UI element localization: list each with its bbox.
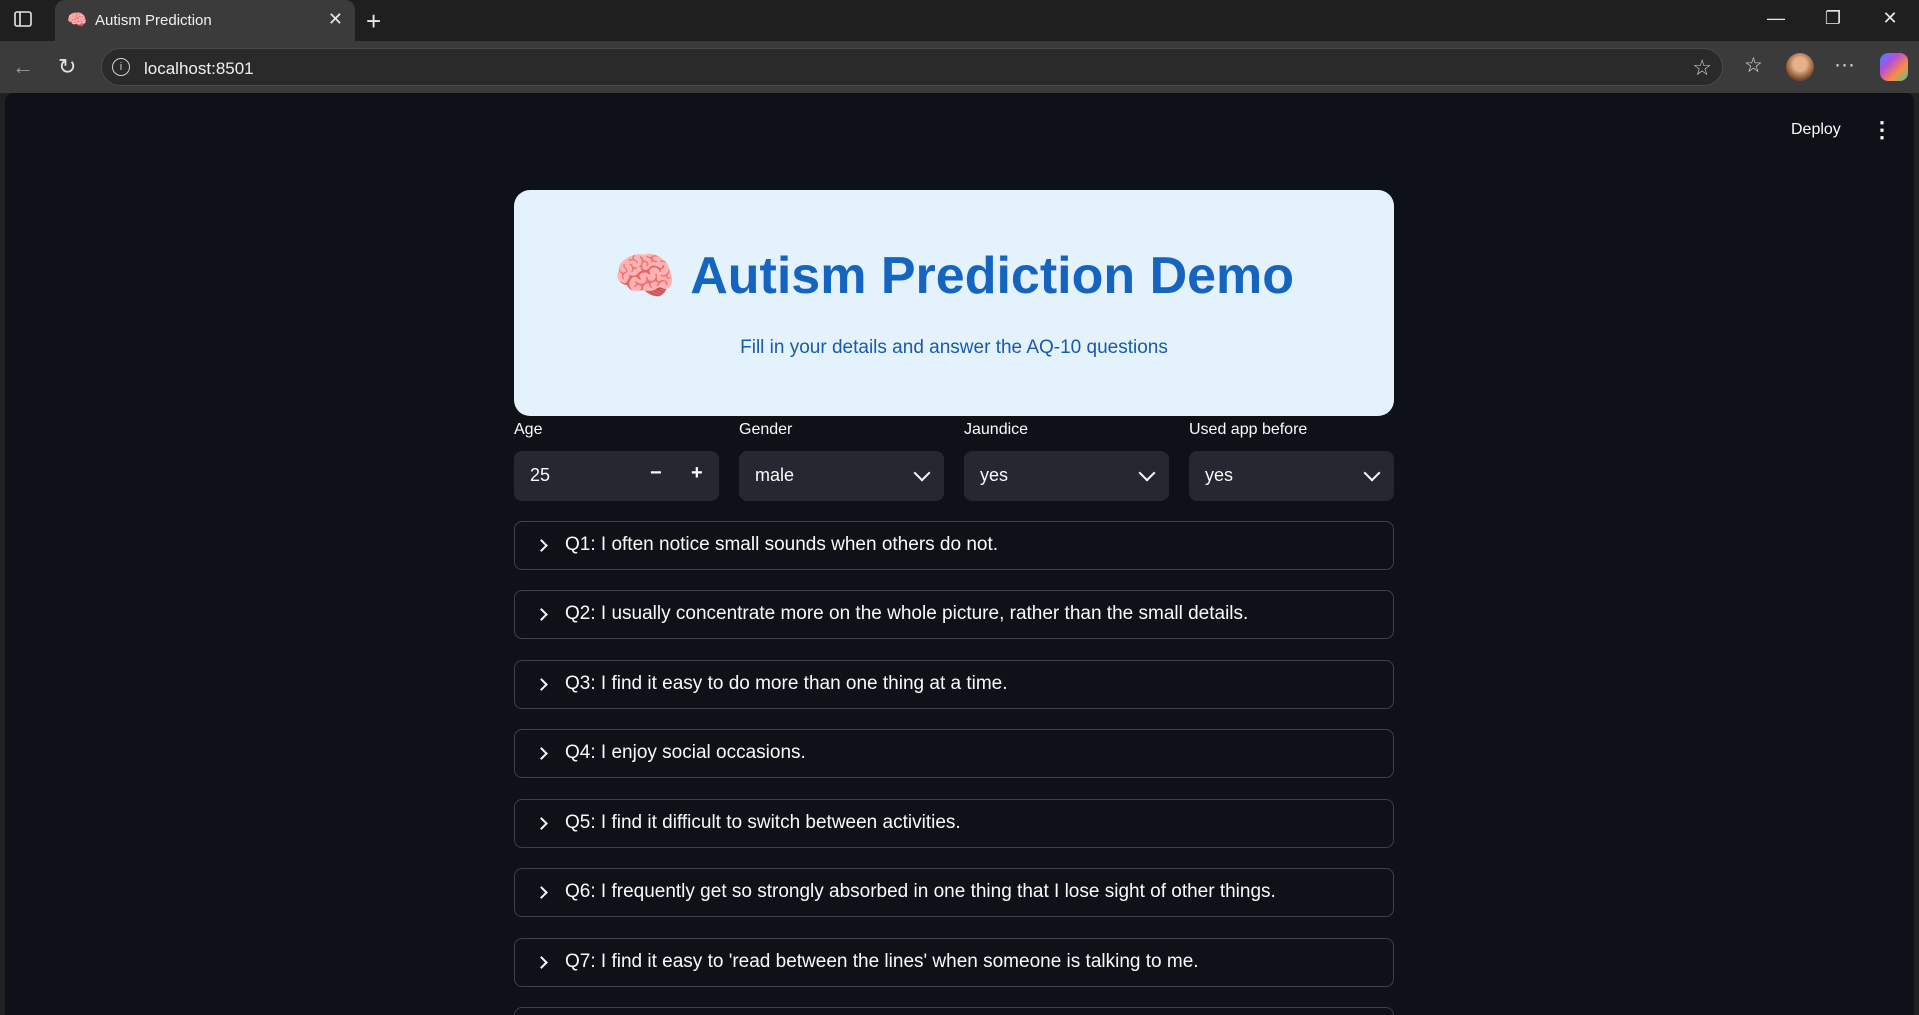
restore-icon[interactable]: ❐ <box>1821 8 1845 29</box>
back-icon[interactable]: ← <box>12 54 34 80</box>
chevron-right-icon <box>535 956 548 969</box>
question-label: Q5: I find it difficult to switch betwee… <box>565 812 961 833</box>
chevron-right-icon <box>535 539 548 552</box>
window-close-icon[interactable]: ✕ <box>1878 8 1902 29</box>
jaundice-value: yes <box>980 465 1009 485</box>
url-text: localhost:8501 <box>144 59 254 78</box>
question-expander-q3[interactable]: Q3: I find it easy to do more than one t… <box>514 660 1394 709</box>
increment-button[interactable]: + <box>691 462 703 485</box>
chevron-right-icon <box>535 817 548 830</box>
gender-select[interactable]: male <box>739 451 944 501</box>
brain-icon: 🧠 <box>613 248 677 304</box>
browser-tab[interactable]: 🧠 Autism Prediction ✕ <box>55 0 355 41</box>
question-expander-q1[interactable]: Q1: I often notice small sounds when oth… <box>514 521 1394 570</box>
profile-avatar[interactable] <box>1786 53 1814 81</box>
chevron-right-icon <box>535 886 548 899</box>
hero-banner: 🧠 Autism Prediction Demo Fill in your det… <box>514 190 1394 416</box>
chevron-right-icon <box>535 608 548 621</box>
question-expander-q5[interactable]: Q5: I find it difficult to switch betwee… <box>514 799 1394 848</box>
jaundice-label: Jaundice <box>964 421 1029 438</box>
more-options-icon[interactable]: ··· <box>1834 53 1855 77</box>
page-title-text: Autism Prediction Demo <box>690 247 1295 305</box>
used-app-before-select[interactable]: yes <box>1189 451 1394 501</box>
favorite-star-icon[interactable]: ☆ <box>1692 55 1712 81</box>
question-expander-q6[interactable]: Q6: I frequently get so strongly absorbe… <box>514 868 1394 917</box>
chevron-down-icon <box>913 464 931 482</box>
question-label: Q4: I enjoy social occasions. <box>565 742 806 763</box>
tab-title: Autism Prediction <box>95 12 212 29</box>
gender-value: male <box>755 465 795 485</box>
question-expander-q7[interactable]: Q7: I find it easy to 'read between the … <box>514 938 1394 987</box>
question-label: Q7: I find it easy to 'read between the … <box>565 951 1199 972</box>
question-label: Q2: I usually concentrate more on the wh… <box>565 603 1249 624</box>
question-expander-q2[interactable]: Q2: I usually concentrate more on the wh… <box>514 590 1394 639</box>
deploy-button[interactable]: Deploy <box>1791 121 1841 139</box>
chevron-down-icon <box>1363 464 1381 482</box>
question-label: Q6: I frequently get so strongly absorbe… <box>565 881 1276 902</box>
minimize-icon[interactable]: — <box>1764 8 1788 29</box>
age-label: Age <box>514 421 543 438</box>
question-label: Q3: I find it easy to do more than one t… <box>565 673 1008 694</box>
chevron-right-icon <box>535 678 548 691</box>
chevron-down-icon <box>1138 464 1156 482</box>
age-number-input[interactable]: 25 − + <box>514 451 719 501</box>
used-app-before-value: yes <box>1205 465 1234 485</box>
page-subtitle: Fill in your details and answer the AQ-1… <box>740 337 1168 358</box>
question-expander-q8[interactable] <box>514 1007 1394 1015</box>
tab-actions-icon[interactable] <box>14 11 32 27</box>
copilot-icon[interactable] <box>1880 53 1908 81</box>
question-label: Q1: I often notice small sounds when oth… <box>565 534 999 555</box>
used-app-before-label: Used app before <box>1189 421 1308 438</box>
age-value: 25 <box>530 465 551 485</box>
app-viewport: Deploy ⋮ 🧠 Autism Prediction Demo Fill in… <box>5 93 1914 1015</box>
reload-icon[interactable]: ↻ <box>58 54 76 80</box>
decrement-button[interactable]: − <box>650 462 662 485</box>
address-bar[interactable]: i localhost:8501 ☆ <box>101 48 1723 86</box>
browser-tabstrip: 🧠 Autism Prediction ✕ + — ❐ ✕ <box>0 0 1919 41</box>
site-info-icon[interactable]: i <box>112 58 130 76</box>
chevron-right-icon <box>535 747 548 760</box>
brain-favicon-icon: 🧠 <box>67 12 87 29</box>
new-tab-icon[interactable]: + <box>366 6 381 37</box>
jaundice-select[interactable]: yes <box>964 451 1169 501</box>
browser-toolbar: ← ↻ i localhost:8501 ☆ ☆ ··· <box>0 41 1919 93</box>
app-menu-icon[interactable]: ⋮ <box>1871 117 1893 143</box>
close-tab-icon[interactable]: ✕ <box>328 9 343 30</box>
page-title: 🧠 Autism Prediction Demo <box>514 246 1394 306</box>
question-expander-q4[interactable]: Q4: I enjoy social occasions. <box>514 729 1394 778</box>
favorites-icon[interactable]: ☆ <box>1744 53 1763 78</box>
gender-label: Gender <box>739 421 793 438</box>
